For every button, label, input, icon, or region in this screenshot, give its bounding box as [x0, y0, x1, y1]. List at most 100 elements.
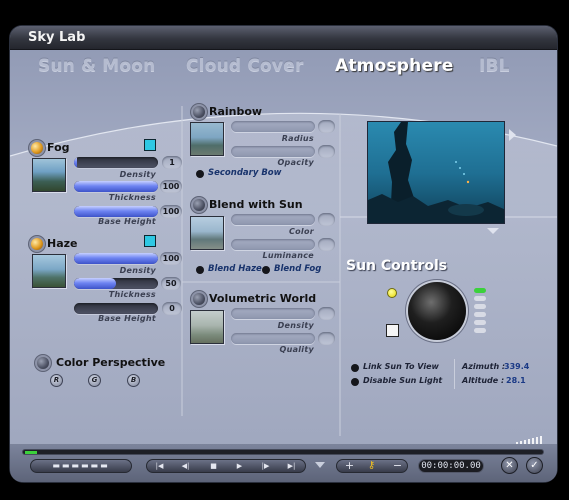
rainbow-label: Rainbow: [209, 105, 263, 118]
go-to-end-icon[interactable]: ▶|: [283, 460, 300, 472]
haze-density-value[interactable]: 100: [160, 252, 182, 265]
color-perspective-g-button[interactable]: G: [88, 374, 101, 387]
fog-base-height-slider[interactable]: [74, 206, 158, 217]
link-sun-to-view-radio[interactable]: [351, 364, 359, 372]
fog-base-height-value[interactable]: 100: [160, 205, 182, 218]
sun-intensity-step-5[interactable]: [474, 328, 486, 333]
go-to-start-icon[interactable]: |◀: [151, 460, 168, 472]
keyframe-slots[interactable]: ▬▬▬▬▬▬: [30, 459, 132, 473]
title-bar[interactable]: Sky Lab: [10, 26, 557, 50]
blend-fog-radio[interactable]: [262, 266, 270, 274]
haze-density-slider[interactable]: [74, 253, 158, 264]
fog-density-label: Density: [119, 170, 156, 179]
volumetric-world-label: Volumetric World: [209, 292, 317, 305]
atmosphere-preview-image: [367, 121, 505, 224]
stop-icon[interactable]: ■: [205, 460, 222, 472]
haze-base-height-value[interactable]: 0: [162, 302, 182, 315]
sun-readout-divider: [454, 359, 455, 389]
haze-thickness-label: Thickness: [108, 290, 156, 299]
fog-density-value[interactable]: 1: [162, 156, 182, 169]
sun-position-indicator[interactable]: [387, 288, 397, 298]
haze-color-swatch[interactable]: [144, 235, 156, 247]
sky-lab-window: Sky Lab Sun & Moon Cloud Cover Atmospher…: [10, 26, 557, 482]
blend-luminance-label: Luminance: [262, 251, 314, 260]
link-sun-to-view-label: Link Sun To View: [363, 362, 439, 371]
sun-intensity-step-4[interactable]: [474, 320, 486, 325]
rainbow-opacity-label: Opacity: [277, 158, 314, 167]
rainbow-opacity-slider[interactable]: [231, 146, 315, 157]
tab-sun-moon[interactable]: Sun & Moon: [38, 56, 156, 76]
sun-direction-trackball[interactable]: [408, 282, 466, 340]
color-perspective-toggle-led[interactable]: [37, 357, 49, 369]
fog-base-height-label: Base Height: [98, 217, 156, 226]
play-icon[interactable]: ▶: [231, 460, 248, 472]
key-icon[interactable]: ⚷: [363, 460, 380, 472]
accept-button[interactable]: ✓: [526, 457, 543, 474]
volumetric-world-toggle-led[interactable]: [193, 293, 205, 305]
step-back-icon[interactable]: ◀|: [177, 460, 194, 472]
blend-luminance-value[interactable]: [318, 238, 335, 251]
haze-thickness-slider[interactable]: [74, 278, 158, 289]
key-controls: + ⚷ −: [336, 459, 408, 473]
volumetric-density-label: Density: [277, 321, 314, 330]
sun-color-swatch[interactable]: [386, 324, 399, 337]
azimuth-value[interactable]: 339.4: [504, 362, 529, 371]
blend-color-slider[interactable]: [231, 214, 315, 225]
preview-dropdown-arrow-icon[interactable]: [487, 228, 499, 234]
color-perspective-b-button[interactable]: B: [127, 374, 140, 387]
preview-next-arrow-icon[interactable]: [509, 129, 516, 141]
timeline-playhead[interactable]: [25, 451, 37, 454]
blend-color-label: Color: [288, 227, 314, 236]
blend-luminance-slider[interactable]: [231, 239, 315, 250]
remove-key-icon[interactable]: −: [389, 460, 406, 472]
fog-color-swatch[interactable]: [144, 139, 156, 151]
blend-haze-radio[interactable]: [196, 266, 204, 274]
volumetric-density-value[interactable]: [318, 307, 335, 320]
rainbow-radius-label: Radius: [281, 134, 314, 143]
fog-density-slider[interactable]: [74, 157, 158, 168]
blend-color-value[interactable]: [318, 213, 335, 226]
timeline-track[interactable]: [22, 449, 544, 455]
volumetric-quality-slider[interactable]: [231, 333, 315, 344]
fog-toggle-led[interactable]: [31, 142, 43, 154]
volumetric-quality-value[interactable]: [318, 332, 335, 345]
haze-label: Haze: [47, 237, 78, 250]
sun-intensity-step-2[interactable]: [474, 304, 486, 309]
tab-ibl[interactable]: IBL: [479, 56, 510, 76]
transport-bar: ▬▬▬▬▬▬ |◀ ◀| ■ ▶ |▶ ▶| + ⚷ − 00:00:00.00…: [10, 444, 557, 482]
fog-thumbnail: [32, 158, 66, 192]
volumetric-density-slider[interactable]: [231, 308, 315, 319]
haze-thumbnail: [32, 254, 66, 288]
rainbow-radius-slider[interactable]: [231, 121, 315, 132]
rainbow-opacity-value[interactable]: [318, 145, 335, 158]
haze-thickness-value[interactable]: 50: [161, 277, 181, 290]
sun-intensity-step-1[interactable]: [474, 296, 486, 301]
volumetric-world-thumbnail: [190, 310, 224, 344]
blend-with-sun-toggle-led[interactable]: [193, 199, 205, 211]
color-perspective-r-button[interactable]: R: [50, 374, 63, 387]
tab-atmosphere[interactable]: Atmosphere: [335, 56, 454, 76]
haze-base-height-slider[interactable]: [74, 303, 158, 314]
haze-toggle-led[interactable]: [31, 238, 43, 250]
fog-thickness-value[interactable]: 100: [160, 180, 182, 193]
azimuth-label: Azimuth :: [462, 362, 506, 371]
secondary-bow-radio[interactable]: [196, 170, 204, 178]
secondary-bow-label: Secondary Bow: [208, 168, 282, 178]
rainbow-toggle-led[interactable]: [193, 106, 205, 118]
underwater-scene: [368, 122, 504, 223]
blend-with-sun-label: Blend with Sun: [209, 198, 303, 211]
add-key-icon[interactable]: +: [341, 460, 358, 472]
tab-cloud-cover[interactable]: Cloud Cover: [186, 56, 304, 76]
altitude-value[interactable]: 28.1: [506, 376, 526, 385]
cancel-button[interactable]: ✕: [501, 457, 518, 474]
sun-intensity-step-3[interactable]: [474, 312, 486, 317]
blend-haze-label: Blend Haze: [208, 264, 262, 274]
time-display[interactable]: 00:00:00.00: [418, 459, 484, 473]
volumetric-quality-label: Quality: [279, 345, 314, 354]
rainbow-radius-value[interactable]: [318, 120, 335, 133]
disable-sun-light-radio[interactable]: [351, 378, 359, 386]
playback-menu-arrow-icon[interactable]: [315, 462, 325, 468]
fog-thickness-label: Thickness: [108, 193, 156, 202]
fog-thickness-slider[interactable]: [74, 181, 158, 192]
step-forward-icon[interactable]: |▶: [257, 460, 274, 472]
